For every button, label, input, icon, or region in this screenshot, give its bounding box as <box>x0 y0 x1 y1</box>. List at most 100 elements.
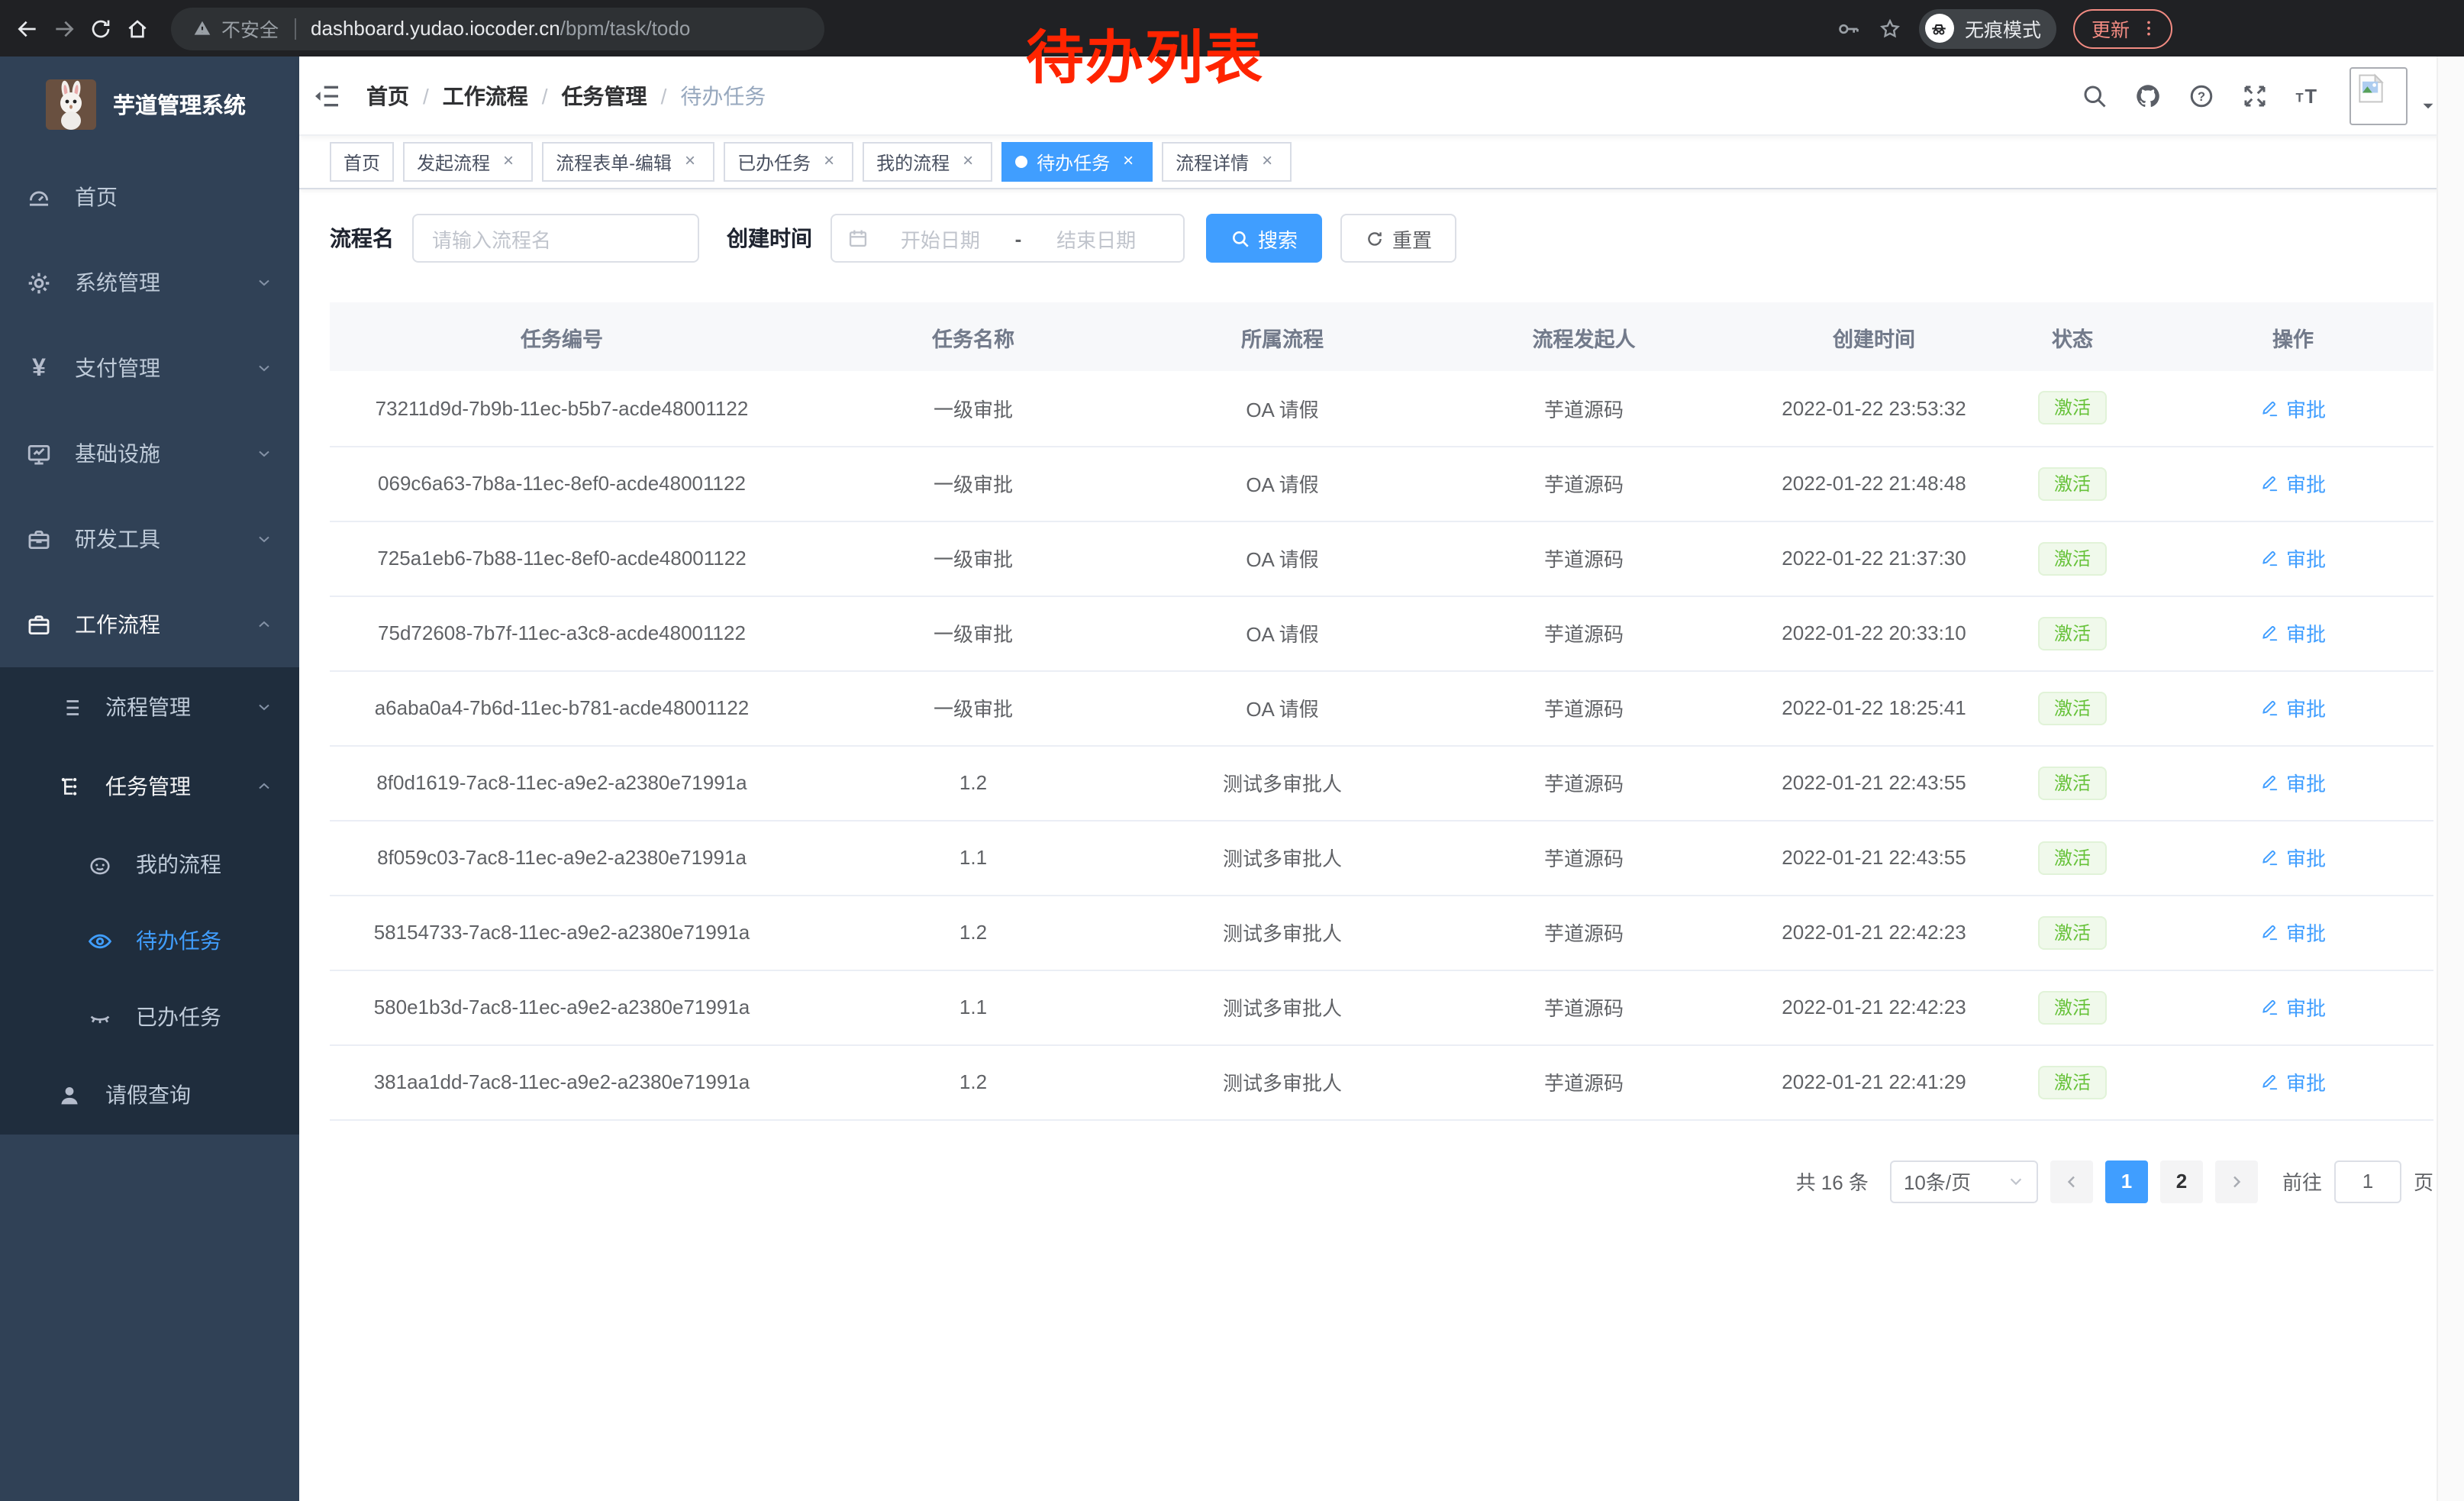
sidebar-menu: 首页 系统管理 ¥ 支付管理 基础设施 研发工具 <box>0 154 299 1135</box>
sidebar-item-dev-tools[interactable]: 研发工具 <box>0 496 299 582</box>
sidebar-item-process-management[interactable]: 流程管理 <box>0 667 299 747</box>
cell-task-id: 73211d9d-7b9b-11ec-b5b7-acde48001122 <box>330 371 794 446</box>
sidebar-item-home[interactable]: 首页 <box>0 154 299 240</box>
prev-page-button[interactable] <box>2050 1160 2093 1202</box>
face-icon <box>87 851 113 877</box>
page-number-1[interactable]: 1 <box>2105 1160 2148 1202</box>
approve-link[interactable]: 审批 <box>2260 544 2326 573</box>
browser-reload-icon[interactable] <box>89 16 113 40</box>
cell-task-id: 580e1b3d-7ac8-11ec-a9e2-a2380e71991a <box>330 970 794 1044</box>
process-name-placeholder: 请输入流程名 <box>432 224 551 253</box>
github-icon[interactable] <box>2134 82 2162 109</box>
tab-close-icon[interactable]: × <box>498 151 519 173</box>
sidebar-item-label: 流程管理 <box>105 692 191 722</box>
tab-process-form-edit[interactable]: 流程表单-编辑× <box>542 142 714 182</box>
table-row: 381aa1dd-7ac8-11ec-a9e2-a2380e71991a 1.2… <box>330 1044 2433 1119</box>
tab-close-icon[interactable]: × <box>1256 151 1278 173</box>
date-range-picker[interactable]: 开始日期 - 结束日期 <box>830 214 1185 263</box>
avatar[interactable] <box>2350 66 2408 124</box>
goto-label: 前往 <box>2282 1167 2322 1196</box>
sidebar-collapse-icon[interactable] <box>311 80 342 111</box>
avatar-caret-down-icon[interactable] <box>2420 98 2437 115</box>
approve-link[interactable]: 审批 <box>2260 618 2326 647</box>
reset-button[interactable]: 重置 <box>1340 214 1456 263</box>
page-size-select[interactable]: 10条/页 <box>1890 1160 2038 1202</box>
bookmark-star-icon[interactable] <box>1878 16 1902 40</box>
tab-process-detail[interactable]: 流程详情× <box>1162 142 1292 182</box>
process-name-input[interactable]: 请输入流程名 <box>412 214 699 263</box>
fullscreen-icon[interactable] <box>2241 82 2269 109</box>
cell-task-name: 1.2 <box>794 1044 1153 1119</box>
page-number-2[interactable]: 2 <box>2160 1160 2203 1202</box>
browser-back-icon[interactable] <box>15 16 40 40</box>
browser-home-icon[interactable] <box>125 16 150 40</box>
approve-link[interactable]: 审批 <box>2260 469 2326 498</box>
tab-todo-tasks[interactable]: 待办任务× <box>1001 142 1153 182</box>
end-date-placeholder[interactable]: 结束日期 <box>1024 224 1168 253</box>
approve-link[interactable]: 审批 <box>2260 843 2326 872</box>
sidebar-item-done-tasks[interactable]: 已办任务 <box>0 979 299 1055</box>
address-bar[interactable]: 不安全 dashboard.yudao.iocoder.cn/bpm/task/… <box>171 7 824 50</box>
update-label[interactable]: 更新 <box>2091 14 2130 43</box>
sidebar-item-label: 研发工具 <box>75 524 160 554</box>
cell-action: 审批 <box>2153 670 2433 745</box>
tab-start-process[interactable]: 发起流程× <box>403 142 533 182</box>
sidebar-item-workflow[interactable]: 工作流程 <box>0 582 299 667</box>
url-host[interactable]: dashboard.yudao.iocoder.cn <box>311 17 560 40</box>
search-icon[interactable] <box>2081 82 2108 109</box>
approve-link[interactable]: 审批 <box>2260 993 2326 1022</box>
tab-close-icon[interactable]: × <box>679 151 701 173</box>
url-separator <box>294 18 295 39</box>
sidebar-item-payment[interactable]: ¥ 支付管理 <box>0 325 299 411</box>
approve-link[interactable]: 审批 <box>2260 1067 2326 1096</box>
sidebar-item-system[interactable]: 系统管理 <box>0 240 299 325</box>
navbar-right-controls: ? TT <box>2055 66 2437 124</box>
tab-close-icon[interactable]: × <box>818 151 840 173</box>
sidebar-item-todo-tasks[interactable]: 待办任务 <box>0 902 299 979</box>
chevron-down-icon <box>255 273 273 292</box>
browser-menu-dots-icon[interactable] <box>2139 18 2159 38</box>
sidebar-item-my-process[interactable]: 我的流程 <box>0 826 299 902</box>
breadcrumb-home[interactable]: 首页 <box>366 80 409 111</box>
sidebar-item-leave-query[interactable]: 请假查询 <box>0 1055 299 1135</box>
cell-action: 审批 <box>2153 446 2433 521</box>
sidebar-item-task-management[interactable]: 任务管理 <box>0 747 299 826</box>
approve-link[interactable]: 审批 <box>2260 693 2326 722</box>
url-path[interactable]: /bpm/task/todo <box>560 17 691 40</box>
goto-page-input[interactable] <box>2334 1160 2401 1202</box>
breadcrumb-workflow[interactable]: 工作流程 <box>443 80 528 111</box>
cell-task-name: 一级审批 <box>794 521 1153 596</box>
breadcrumb-task-management[interactable]: 任务管理 <box>562 80 647 111</box>
start-date-placeholder[interactable]: 开始日期 <box>869 224 1012 253</box>
password-key-icon[interactable] <box>1837 16 1861 40</box>
page-content: 流程名 请输入流程名 创建时间 开始日期 - 结束日期 搜索 重置 <box>299 189 2464 1501</box>
cell-task-name: 1.2 <box>794 895 1153 970</box>
tasks-table: 任务编号 任务名称 所属流程 流程发起人 创建时间 状态 操作 73211d9d… <box>330 302 2433 1120</box>
incognito-label: 无痕模式 <box>1965 14 2041 43</box>
browser-update-button[interactable]: 更新 <box>2073 8 2172 48</box>
approve-link[interactable]: 审批 <box>2260 768 2326 797</box>
approve-link[interactable]: 审批 <box>2260 394 2326 423</box>
font-size-icon[interactable]: TT <box>2295 82 2322 109</box>
help-icon[interactable]: ? <box>2188 82 2215 109</box>
sidebar-item-label: 待办任务 <box>136 925 221 956</box>
tab-close-icon[interactable]: × <box>1118 151 1139 173</box>
tab-home[interactable]: 首页 <box>330 142 394 182</box>
sidebar-item-infrastructure[interactable]: 基础设施 <box>0 411 299 496</box>
sidebar-item-label: 系统管理 <box>75 267 160 298</box>
cell-starter: 芋道源码 <box>1412 446 1756 521</box>
page-scrollbar[interactable] <box>2437 56 2464 1501</box>
cell-task-id: 725a1eb6-7b88-11ec-8ef0-acde48001122 <box>330 521 794 596</box>
security-label[interactable]: 不安全 <box>221 14 279 43</box>
app-logo-row[interactable]: 芋道管理系统 <box>0 66 299 142</box>
next-page-button[interactable] <box>2215 1160 2258 1202</box>
search-button[interactable]: 搜索 <box>1206 214 1322 263</box>
browser-forward-icon[interactable] <box>52 16 76 40</box>
breadcrumb: 首页 / 工作流程 / 任务管理 / 待办任务 <box>366 80 766 111</box>
approve-link[interactable]: 审批 <box>2260 918 2326 947</box>
tab-my-process[interactable]: 我的流程× <box>863 142 992 182</box>
cell-starter: 芋道源码 <box>1412 670 1756 745</box>
cell-status: 激活 <box>1992 670 2153 745</box>
tab-close-icon[interactable]: × <box>957 151 979 173</box>
tab-done-tasks[interactable]: 已办任务× <box>724 142 853 182</box>
